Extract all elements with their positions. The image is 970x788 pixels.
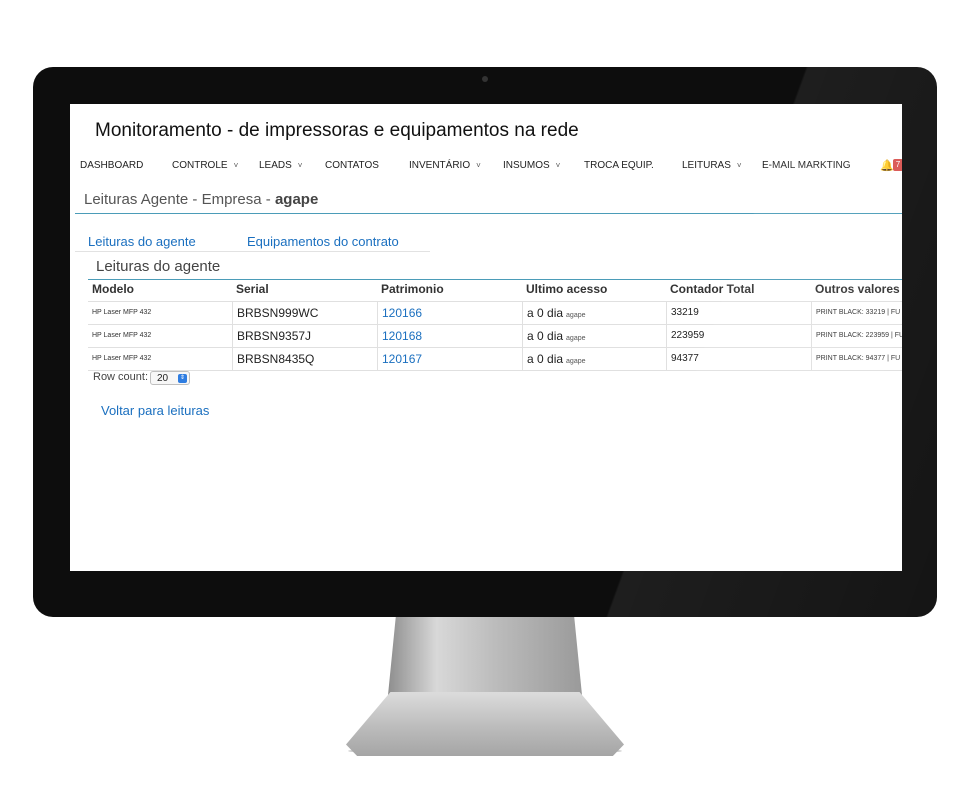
column-header-modelo[interactable]: Modelo [92,282,134,296]
tab-leituras-do-agente[interactable]: Leituras do agente [88,234,196,249]
chevron-down-icon: ˅ [476,161,481,170]
nav-item-troca-equip[interactable]: TROCA EQUIP. [584,160,654,171]
cell-contador-total: 94377 [666,348,811,370]
ultimo-acesso-text: a 0 dia [527,329,564,343]
cell-outros-valores: PRINT BLACK: 223959 | FU [811,325,902,347]
nav-item-contatos[interactable]: CONTATOS [325,160,379,171]
column-header-outros-valores[interactable]: Outros valores [815,282,900,296]
ultimo-acesso-text: a 0 dia [527,352,564,366]
nav-item-inventario[interactable]: INVENTÁRIO ˅ [409,160,481,171]
cell-modelo: HP Laser MFP 432 [92,332,152,339]
bell-icon[interactable]: 🔔 [880,159,894,172]
row-count-select[interactable]: 20 ⇕ [150,371,190,385]
column-header-contador-total[interactable]: Contador Total [670,282,754,296]
notification-badge: 7 [893,159,902,171]
column-header-serial[interactable]: Serial [236,282,269,296]
back-to-readings-link[interactable]: Voltar para leituras [101,403,209,418]
chevron-down-icon: ˅ [297,161,303,170]
cell-outros-valores: PRINT BLACK: 94377 | FU [811,348,902,370]
table-row[interactable]: HP Laser MFP 432 BRBSN8435Q 120167 a 0 d… [88,348,902,371]
column-header-patrimonio[interactable]: Patrimonio [381,282,444,296]
cell-serial: BRBSN9357J [232,325,377,347]
cell-modelo: HP Laser MFP 432 [92,309,152,316]
header-divider [75,213,902,214]
cell-modelo: HP Laser MFP 432 [92,355,152,362]
page-header: Leituras Agente - Empresa - agape [84,191,318,208]
nav-item-leituras[interactable]: LEITURAS ˅ [682,160,742,171]
chevron-down-icon: ˅ [555,161,561,170]
ultimo-acesso-text: a 0 dia [527,306,564,320]
company-name: agape [274,191,319,208]
nav-item-insumos[interactable]: INSUMOS ˅ [503,160,560,171]
app-title: Monitoramento - de impressoras e equipam… [95,120,579,141]
cell-ultimo-acesso: a 0 dia agape [522,325,666,347]
nav-item-email-markting[interactable]: E-MAIL MARKTING [762,160,851,171]
cell-patrimonio-link[interactable]: 120168 [377,325,522,347]
monitor-stand-base [346,692,624,756]
select-arrows-icon: ⇕ [178,374,187,383]
chevron-down-icon: ˅ [233,161,239,170]
row-count-label: Row count: [93,371,149,383]
monitor-stand-neck [388,617,582,695]
cell-ultimo-acesso: a 0 dia agape [522,348,666,370]
cell-serial: BRBSN8435Q [232,348,377,370]
chevron-down-icon: ˅ [736,161,742,170]
company-tag: agape [566,312,586,319]
cell-contador-total: 33219 [666,302,811,324]
company-tag: agape [566,358,586,365]
table-row[interactable]: HP Laser MFP 432 BRBSN999WC 120166 a 0 d… [88,302,902,325]
tab-equipamentos-do-contrato[interactable]: Equipamentos do contrato [247,234,399,249]
cell-serial: BRBSN999WC [232,302,377,324]
browser-screen: Monitoramento - de impressoras e equipam… [70,104,902,571]
table-top-rule [88,279,902,280]
cell-contador-total: 223959 [666,325,811,347]
cell-patrimonio-link[interactable]: 120166 [377,302,522,324]
section-title: Leituras do agente [96,258,221,275]
monitor-bezel: Monitoramento - de impressoras e equipam… [33,67,937,617]
nav-item-controle[interactable]: CONTROLE ˅ [172,160,238,171]
page-header-text: Leituras Agente - Empresa - [84,191,275,208]
tabs-divider [75,251,430,252]
company-tag: agape [566,335,586,342]
column-header-ultimo-acesso[interactable]: Ultimo acesso [526,282,607,296]
row-count-value: 20 [157,373,169,384]
cell-outros-valores: PRINT BLACK: 33219 | FU [811,302,902,324]
cell-ultimo-acesso: a 0 dia agape [522,302,666,324]
table-row[interactable]: HP Laser MFP 432 BRBSN9357J 120168 a 0 d… [88,325,902,348]
camera-icon [482,76,488,82]
nav-item-dashboard[interactable]: DASHBOARD [80,160,143,171]
cell-patrimonio-link[interactable]: 120167 [377,348,522,370]
nav-item-leads[interactable]: LEADS ˅ [259,160,302,171]
